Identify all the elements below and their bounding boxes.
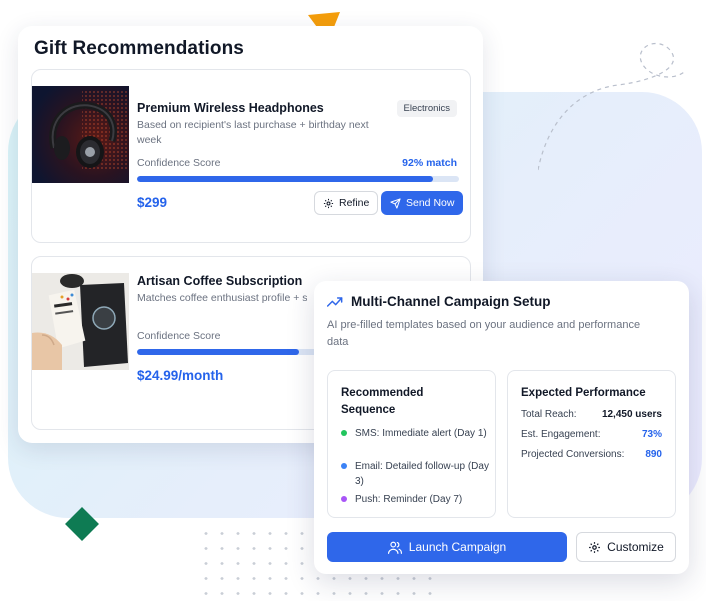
- status-dot: [341, 496, 347, 502]
- trending-up-icon: [327, 296, 343, 308]
- sequence-title: Recommended Sequence: [341, 387, 424, 416]
- launch-campaign-label: Launch Campaign: [408, 540, 507, 554]
- refine-label: Refine: [339, 197, 370, 209]
- confidence-progress-bar: [137, 176, 459, 182]
- confidence-progress-bar: [137, 349, 317, 355]
- confidence-label: Confidence Score: [137, 330, 221, 342]
- product-name: Artisan Coffee Subscription: [137, 274, 303, 288]
- campaign-title: Multi-Channel Campaign Setup: [351, 294, 551, 309]
- confidence-progress-fill: [137, 349, 299, 355]
- confidence-progress-fill: [137, 176, 434, 182]
- product-price: $299: [137, 195, 168, 210]
- recommended-sequence-card: Recommended Sequence SMS: Immediate aler…: [327, 370, 496, 518]
- confidence-value: 92% match: [402, 157, 457, 169]
- panel-title: Gift Recommendations: [34, 38, 244, 59]
- headphones-image: [32, 86, 129, 183]
- status-dot: [341, 430, 347, 436]
- performance-row-engagement: Est. Engagement: 73%: [521, 429, 662, 440]
- sequence-item-sms: SMS: Immediate alert (Day 1): [341, 426, 491, 441]
- campaign-subtitle: AI pre-filled templates based on your au…: [327, 319, 641, 348]
- product-price: $24.99/month: [137, 368, 224, 383]
- coffee-bag-image: [32, 273, 129, 370]
- performance-row-reach: Total Reach: 12,450 users: [521, 409, 662, 420]
- product-description: Based on recipient's last purchase + bir…: [137, 119, 369, 146]
- refine-button[interactable]: Refine: [314, 191, 379, 215]
- campaign-header: Multi-Channel Campaign Setup: [327, 294, 551, 309]
- performance-row-conversions: Projected Conversions: 890: [521, 449, 662, 460]
- campaign-setup-panel: Multi-Channel Campaign Setup AI pre-fill…: [314, 281, 689, 574]
- users-icon: [387, 541, 402, 554]
- send-now-button[interactable]: Send Now: [381, 191, 464, 215]
- product-name: Premium Wireless Headphones: [137, 101, 324, 115]
- confidence-label: Confidence Score: [137, 157, 221, 169]
- customize-button[interactable]: Customize: [576, 532, 676, 562]
- dashed-loop-decoration: [538, 42, 687, 171]
- category-badge: Electronics: [396, 100, 457, 117]
- status-dot: [341, 463, 347, 469]
- customize-label: Customize: [607, 540, 664, 554]
- expected-performance-card: Expected Performance Total Reach: 12,450…: [507, 370, 676, 518]
- product-description: Matches coffee enthusiast profile + se p…: [137, 292, 307, 304]
- performance-title: Expected Performance: [521, 387, 646, 399]
- send-now-label: Send Now: [406, 197, 455, 209]
- product-card-headphones[interactable]: Premium Wireless Headphones Electronics …: [31, 69, 471, 243]
- gear-icon: [588, 541, 601, 554]
- launch-campaign-button[interactable]: Launch Campaign: [327, 532, 567, 562]
- send-icon: [390, 197, 401, 209]
- gear-icon: [323, 198, 334, 209]
- sequence-item-email: Email: Detailed follow-up (Day 3): [341, 459, 491, 489]
- sequence-item-push: Push: Reminder (Day 7): [341, 492, 491, 507]
